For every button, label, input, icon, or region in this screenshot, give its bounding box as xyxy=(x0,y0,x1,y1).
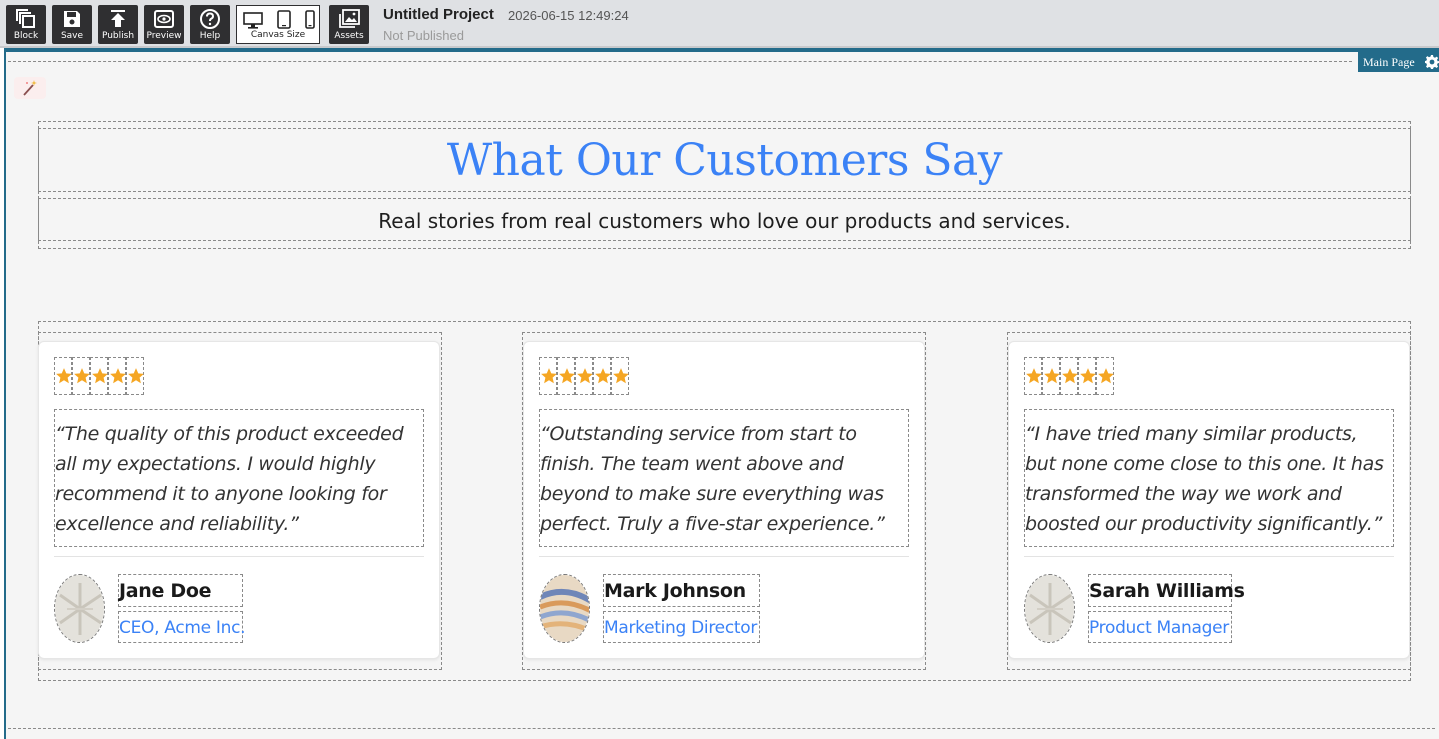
project-timestamp: 2026-06-15 12:49:24 xyxy=(508,8,629,23)
testimonial-quote[interactable]: “The quality of this product exceeded al… xyxy=(54,409,424,547)
preview-button[interactable]: Preview xyxy=(144,5,184,44)
help-button[interactable]: Help xyxy=(190,5,230,44)
publish-button-label: Publish xyxy=(101,31,135,41)
star-icon xyxy=(575,357,593,395)
magic-wand-icon xyxy=(23,80,37,96)
star-icon xyxy=(108,357,126,395)
tablet-icon[interactable] xyxy=(277,10,291,29)
avatar[interactable] xyxy=(1024,574,1075,643)
avatar[interactable] xyxy=(54,574,105,643)
eye-icon xyxy=(154,10,174,28)
avatar[interactable] xyxy=(539,574,590,643)
page-tab-main[interactable]: Main Page xyxy=(1358,52,1439,72)
help-button-label: Help xyxy=(199,31,221,41)
customer-role[interactable]: CEO, Acme Inc. xyxy=(118,611,246,643)
star-rating xyxy=(539,357,629,395)
star-icon xyxy=(611,357,629,395)
editor-toolbar: Block Save Publish Preview Help Canvas S… xyxy=(0,0,1439,48)
mobile-icon[interactable] xyxy=(305,10,315,29)
assets-button-label: Assets xyxy=(334,31,364,41)
star-rating xyxy=(1024,357,1114,395)
canvas-size-label: Canvas Size xyxy=(250,30,306,40)
star-rating xyxy=(54,357,144,395)
gear-icon[interactable] xyxy=(1425,55,1439,69)
star-icon xyxy=(1096,357,1114,395)
preview-button-label: Preview xyxy=(146,31,182,41)
body-outline-bottom xyxy=(8,728,1435,729)
block-button-label: Block xyxy=(13,31,39,41)
star-icon xyxy=(557,357,575,395)
desktop-icon[interactable] xyxy=(243,12,263,29)
star-icon xyxy=(1024,357,1042,395)
testimonial-quote[interactable]: “Outstanding service from start to finis… xyxy=(539,409,909,547)
block-button[interactable]: Block xyxy=(6,5,46,44)
star-icon xyxy=(539,357,557,395)
assets-button[interactable]: Assets xyxy=(329,5,369,44)
page-tab-label: Main Page xyxy=(1363,55,1415,69)
avatar-abstract-image xyxy=(540,575,589,642)
card-divider xyxy=(1024,556,1394,557)
testimonial-quote[interactable]: “I have tried many similar products, but… xyxy=(1024,409,1394,547)
star-icon xyxy=(72,357,90,395)
customer-role[interactable]: Product Manager xyxy=(1088,611,1232,643)
customer-name[interactable]: Sarah Williams xyxy=(1088,574,1245,607)
star-icon xyxy=(1042,357,1060,395)
star-icon xyxy=(54,357,72,395)
upload-icon xyxy=(111,10,125,27)
save-button-label: Save xyxy=(60,31,84,41)
star-icon xyxy=(1060,357,1078,395)
publish-button[interactable]: Publish xyxy=(98,5,138,44)
avatar-placeholder-image xyxy=(55,575,104,642)
card-divider xyxy=(539,556,909,557)
star-icon xyxy=(1078,357,1096,395)
card-divider xyxy=(54,556,424,557)
question-circle-icon xyxy=(200,9,220,29)
customer-name[interactable]: Mark Johnson xyxy=(603,574,760,607)
project-title[interactable]: Untitled Project xyxy=(383,6,494,23)
images-icon xyxy=(339,9,360,28)
star-icon xyxy=(593,357,611,395)
floppy-disk-icon xyxy=(64,11,80,27)
customer-name[interactable]: Jane Doe xyxy=(118,574,243,607)
blocks-icon xyxy=(16,9,35,28)
section-heading[interactable]: What Our Customers Say xyxy=(38,128,1411,194)
body-outline-top xyxy=(8,61,1352,62)
canvas-size-selector[interactable]: Canvas Size xyxy=(236,5,320,44)
star-icon xyxy=(126,357,144,395)
customer-role[interactable]: Marketing Director xyxy=(603,611,760,643)
publish-status: Not Published xyxy=(383,28,464,43)
save-button[interactable]: Save xyxy=(52,5,92,44)
star-icon xyxy=(90,357,108,395)
section-subheading[interactable]: Real stories from real customers who lov… xyxy=(38,205,1411,237)
ai-assist-button[interactable] xyxy=(14,77,46,99)
avatar-placeholder-image xyxy=(1025,575,1074,642)
